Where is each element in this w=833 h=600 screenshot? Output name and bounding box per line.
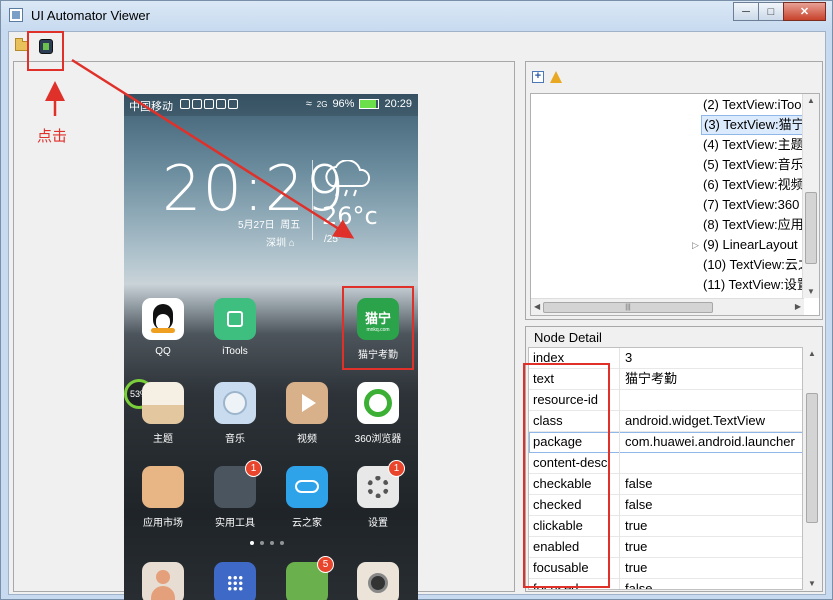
tree-horizontal-scrollbar[interactable]: ◀ ||| ▶ xyxy=(531,298,804,315)
scroll-thumb[interactable] xyxy=(805,192,817,264)
tree-node[interactable]: (7) TextView:360 xyxy=(703,195,799,215)
scroll-down-icon[interactable]: ▼ xyxy=(808,579,816,588)
dock-messages[interactable]: 5 xyxy=(276,556,338,600)
temperature-range: /25° xyxy=(324,234,342,245)
tree-node[interactable]: (2) TextView:iToo xyxy=(703,95,802,115)
app-store[interactable]: 应用市场 xyxy=(132,466,194,529)
shopping-bag-icon xyxy=(142,466,184,508)
tree-node[interactable]: (11) TextView:设置 xyxy=(703,275,810,295)
date-label: 5月27日 周五 xyxy=(238,220,301,231)
cloud-icon xyxy=(286,466,328,508)
tree-vertical-scrollbar[interactable]: ▲ ▼ xyxy=(802,94,819,298)
device-screen[interactable]: 中国移动 ≈ 2G 96% 20:29 20:29 5月27日 周五 深圳 ⌂ xyxy=(124,94,418,600)
badge: 1 xyxy=(245,460,262,477)
tree-node-selected[interactable]: (3) TextView:猫宁 xyxy=(701,115,806,135)
scroll-up-icon[interactable]: ▲ xyxy=(807,96,815,105)
itools-icon xyxy=(214,298,256,340)
tree-node[interactable]: (8) TextView:应用 xyxy=(703,215,804,235)
battery-icon xyxy=(359,99,380,109)
scroll-down-icon[interactable]: ▼ xyxy=(807,287,815,296)
app-window: UI Automator Viewer ─ □ ✕ 中国移动 ≈ 2G 96% xyxy=(0,0,833,600)
window-controls: ─ □ ✕ xyxy=(733,2,826,21)
scroll-right-icon[interactable]: ▶ xyxy=(795,302,801,311)
hierarchy-tree[interactable]: (2) TextView:iToo (3) TextView:猫宁 (4) Te… xyxy=(530,93,820,316)
clock-widget: 20:29 xyxy=(162,152,346,225)
clock-divider xyxy=(312,160,313,240)
carrier-label: 中国移动 xyxy=(129,101,173,113)
app-itools[interactable]: iTools xyxy=(204,298,266,357)
highlight-box-toolbar xyxy=(27,31,64,71)
badge: 1 xyxy=(388,460,405,477)
app-theme[interactable]: 主题 xyxy=(132,382,194,445)
contacts-icon xyxy=(142,562,184,600)
tree-node[interactable]: (5) TextView:音乐 xyxy=(703,155,804,175)
camera-icon xyxy=(357,562,399,600)
gear-icon: 1 xyxy=(357,460,405,508)
message-icon: 5 xyxy=(286,556,334,600)
app-settings[interactable]: 1 设置 xyxy=(347,460,409,529)
warning-icon[interactable] xyxy=(550,71,562,83)
temperature: 26°c xyxy=(322,202,378,230)
screenshot-pane: 中国移动 ≈ 2G 96% 20:29 20:29 5月27日 周五 深圳 ⌂ xyxy=(13,61,515,600)
scroll-up-icon[interactable]: ▲ xyxy=(808,349,816,358)
title-bar: UI Automator Viewer ─ □ ✕ xyxy=(1,1,832,31)
highlight-box-detail xyxy=(523,363,610,588)
city-label: 深圳 ⌂ xyxy=(266,238,295,249)
dock-phone[interactable] xyxy=(204,562,266,600)
wifi-icon: ≈ xyxy=(305,98,312,110)
page-indicator xyxy=(250,541,284,545)
badge: 5 xyxy=(317,556,334,573)
tree-node[interactable]: (9) LinearLayout xyxy=(703,235,798,255)
app-video[interactable]: 视频 xyxy=(276,382,338,445)
scroll-thumb[interactable] xyxy=(806,393,818,523)
app-music[interactable]: 音乐 xyxy=(204,382,266,445)
scroll-left-icon[interactable]: ◀ xyxy=(534,302,540,311)
browser-icon xyxy=(357,382,399,424)
client-area: 中国移动 ≈ 2G 96% 20:29 20:29 5月27日 周五 深圳 ⌂ xyxy=(8,31,826,600)
app-yunzhijia[interactable]: 云之家 xyxy=(276,466,338,529)
annotation-label: 点击 xyxy=(37,127,68,145)
status-time: 20:29 xyxy=(384,98,412,110)
expand-all-icon[interactable]: + xyxy=(532,71,544,83)
scroll-thumb[interactable]: ||| xyxy=(543,302,713,313)
dock-camera[interactable] xyxy=(347,562,409,600)
tree-toolbar: + xyxy=(532,71,562,83)
tree-node[interactable]: (10) TextView:云之 xyxy=(703,255,811,275)
window-title: UI Automator Viewer xyxy=(31,8,150,23)
penguin-icon xyxy=(142,298,184,340)
highlight-box-app xyxy=(342,286,414,370)
cloud-rain-icon xyxy=(325,160,371,197)
app-qq[interactable]: QQ xyxy=(132,298,194,357)
theme-icon xyxy=(142,382,184,424)
app-utilities[interactable]: 1 实用工具 xyxy=(204,460,266,529)
signal-label: 2G xyxy=(316,99,328,109)
play-icon xyxy=(286,382,328,424)
maximize-button[interactable]: □ xyxy=(758,2,784,21)
detail-vertical-scrollbar[interactable]: ▲ ▼ xyxy=(804,347,821,590)
tree-node[interactable]: (4) TextView:主题 xyxy=(703,135,804,155)
hierarchy-pane: + (2) TextView:iToo (3) TextView:猫宁 (4) … xyxy=(525,61,823,320)
app-360-browser[interactable]: 360浏览器 xyxy=(347,382,409,445)
status-bar: 中国移动 ≈ 2G 96% 20:29 xyxy=(124,94,418,116)
music-icon xyxy=(214,382,256,424)
app-icon xyxy=(9,8,23,22)
node-detail-title: Node Detail xyxy=(532,330,604,345)
expand-arrow-icon[interactable]: ▷ xyxy=(692,240,699,251)
folder-icon: 1 xyxy=(214,460,262,508)
battery-percent: 96% xyxy=(332,98,355,110)
dialpad-icon xyxy=(214,562,256,600)
dock-contacts[interactable] xyxy=(132,562,194,600)
tree-node[interactable]: (6) TextView:视频 xyxy=(703,175,804,195)
minimize-button[interactable]: ─ xyxy=(733,2,759,21)
status-right: ≈ 2G 96% 20:29 xyxy=(306,98,412,110)
close-button[interactable]: ✕ xyxy=(783,2,826,21)
notification-icons xyxy=(180,99,238,109)
main-toolbar xyxy=(9,32,825,60)
